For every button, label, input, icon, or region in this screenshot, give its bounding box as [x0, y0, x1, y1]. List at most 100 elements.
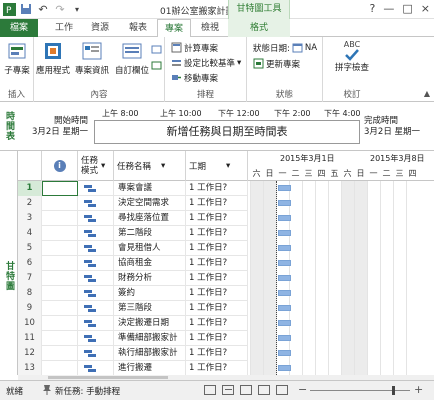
- zoom-out-icon[interactable]: −: [298, 383, 307, 396]
- update-project-button[interactable]: 更新專案: [253, 57, 300, 70]
- report-view-icon[interactable]: [276, 385, 288, 395]
- task-mode-cell[interactable]: [78, 301, 114, 316]
- table-row[interactable]: 8 簽約 1 工作日?: [18, 286, 248, 301]
- row-number[interactable]: 9: [18, 301, 42, 316]
- tab-report[interactable]: 報表: [122, 19, 154, 37]
- status-date-button[interactable]: 狀態日期: NA: [253, 41, 317, 54]
- tab-resource[interactable]: 資源: [84, 19, 116, 37]
- redo-icon[interactable]: ↷: [53, 2, 67, 16]
- links-between-projects-button[interactable]: [151, 43, 162, 56]
- duration-cell[interactable]: 1 工作日?: [186, 241, 248, 256]
- collapse-ribbon-icon[interactable]: ▲: [424, 89, 430, 98]
- info-cell[interactable]: [42, 256, 78, 271]
- undo-icon[interactable]: ↶: [36, 2, 50, 16]
- task-mode-cell[interactable]: [78, 226, 114, 241]
- duration-cell[interactable]: 1 工作日?: [186, 301, 248, 316]
- info-cell[interactable]: [42, 196, 78, 211]
- info-cell[interactable]: [42, 346, 78, 361]
- row-number[interactable]: 13: [18, 361, 42, 376]
- task-name-cell[interactable]: 簽約: [114, 286, 186, 301]
- select-all-corner[interactable]: [18, 151, 42, 181]
- table-row[interactable]: 9 第三階段 1 工作日?: [18, 301, 248, 316]
- row-number[interactable]: 11: [18, 331, 42, 346]
- task-name-cell[interactable]: 第三階段: [114, 301, 186, 316]
- new-task-mode[interactable]: 新任務: 手動排程: [55, 385, 120, 397]
- task-name-cell[interactable]: 第二階段: [114, 226, 186, 241]
- task-name-cell[interactable]: 會見租借人: [114, 241, 186, 256]
- task-mode-cell[interactable]: [78, 241, 114, 256]
- task-name-cell[interactable]: 決定搬遷日期: [114, 316, 186, 331]
- calculate-project-button[interactable]: 計算專案: [171, 41, 218, 54]
- task-name-cell[interactable]: 尋找座落位置: [114, 211, 186, 226]
- info-cell[interactable]: [42, 226, 78, 241]
- help-icon[interactable]: ?: [370, 2, 376, 15]
- gantt-task-bar[interactable]: [278, 215, 291, 221]
- task-mode-cell[interactable]: [78, 316, 114, 331]
- gantt-task-bar[interactable]: [278, 200, 291, 206]
- info-cell[interactable]: [42, 211, 78, 226]
- name-column-header[interactable]: 任務名稱 ▾: [114, 151, 186, 181]
- table-row[interactable]: 6 協商租金 1 工作日?: [18, 256, 248, 271]
- minimize-icon[interactable]: —: [383, 2, 394, 15]
- task-mode-cell[interactable]: [78, 196, 114, 211]
- table-row[interactable]: 12 執行細部搬家計 1 工作日?: [18, 346, 248, 361]
- duration-cell[interactable]: 1 工作日?: [186, 196, 248, 211]
- gantt-task-bar[interactable]: [278, 335, 291, 341]
- task-name-cell[interactable]: 專案會議: [114, 181, 186, 196]
- duration-cell[interactable]: 1 工作日?: [186, 361, 248, 376]
- timeline-bar[interactable]: 新增任務與日期至時間表: [94, 120, 360, 144]
- resource-sheet-icon[interactable]: [258, 385, 270, 395]
- custom-fields-button[interactable]: 自訂欄位: [112, 40, 152, 76]
- gantt-task-bar[interactable]: [278, 230, 291, 236]
- gantt-task-bar[interactable]: [278, 245, 291, 251]
- gantt-task-bar[interactable]: [278, 305, 291, 311]
- close-icon[interactable]: ×: [421, 2, 430, 15]
- task-name-cell[interactable]: 執行細部搬家計: [114, 346, 186, 361]
- task-mode-cell[interactable]: [78, 331, 114, 346]
- apps-button[interactable]: 應用程式: [36, 40, 70, 76]
- duration-cell[interactable]: 1 工作日?: [186, 271, 248, 286]
- task-mode-cell[interactable]: [78, 361, 114, 376]
- duration-cell[interactable]: 1 工作日?: [186, 226, 248, 241]
- table-row[interactable]: 7 財務分析 1 工作日?: [18, 271, 248, 286]
- duration-cell[interactable]: 1 工作日?: [186, 256, 248, 271]
- info-cell[interactable]: [42, 316, 78, 331]
- info-cell[interactable]: [42, 271, 78, 286]
- gantt-task-bar[interactable]: [278, 290, 291, 296]
- gantt-task-bar[interactable]: [278, 365, 291, 371]
- table-row[interactable]: 2 決定空間需求 1 工作日?: [18, 196, 248, 211]
- table-row[interactable]: 10 決定搬遷日期 1 工作日?: [18, 316, 248, 331]
- task-name-cell[interactable]: 決定空間需求: [114, 196, 186, 211]
- gantt-task-bar[interactable]: [278, 185, 291, 191]
- tab-view[interactable]: 檢視: [194, 19, 226, 37]
- table-row[interactable]: 11 準備細部搬家計 1 工作日?: [18, 331, 248, 346]
- duration-cell[interactable]: 1 工作日?: [186, 181, 248, 196]
- table-row[interactable]: 4 第二階段 1 工作日?: [18, 226, 248, 241]
- table-row[interactable]: 3 尋找座落位置 1 工作日?: [18, 211, 248, 226]
- row-number[interactable]: 2: [18, 196, 42, 211]
- info-cell[interactable]: [42, 181, 78, 196]
- zoom-slider-thumb[interactable]: [392, 386, 395, 395]
- gantt-task-bar[interactable]: [278, 260, 291, 266]
- move-project-button[interactable]: 移動專案: [171, 71, 218, 84]
- info-cell[interactable]: [42, 361, 78, 376]
- gantt-view-icon[interactable]: [204, 385, 216, 395]
- info-cell[interactable]: [42, 241, 78, 256]
- team-planner-icon[interactable]: [240, 385, 252, 395]
- gantt-chart-area[interactable]: [248, 181, 434, 375]
- info-column-header[interactable]: i: [42, 151, 78, 181]
- zoom-slider[interactable]: [310, 390, 410, 391]
- gantt-task-bar[interactable]: [278, 350, 291, 356]
- tab-file[interactable]: 檔案: [0, 19, 38, 37]
- subproject-button[interactable]: 子專案: [2, 40, 32, 76]
- table-row[interactable]: 5 會見租借人 1 工作日?: [18, 241, 248, 256]
- duration-cell[interactable]: 1 工作日?: [186, 346, 248, 361]
- info-cell[interactable]: [42, 301, 78, 316]
- task-mode-cell[interactable]: [78, 211, 114, 226]
- task-mode-cell[interactable]: [78, 346, 114, 361]
- task-name-cell[interactable]: 財務分析: [114, 271, 186, 286]
- row-number[interactable]: 8: [18, 286, 42, 301]
- task-mode-cell[interactable]: [78, 181, 114, 196]
- maximize-icon[interactable]: □: [402, 2, 412, 15]
- row-number[interactable]: 6: [18, 256, 42, 271]
